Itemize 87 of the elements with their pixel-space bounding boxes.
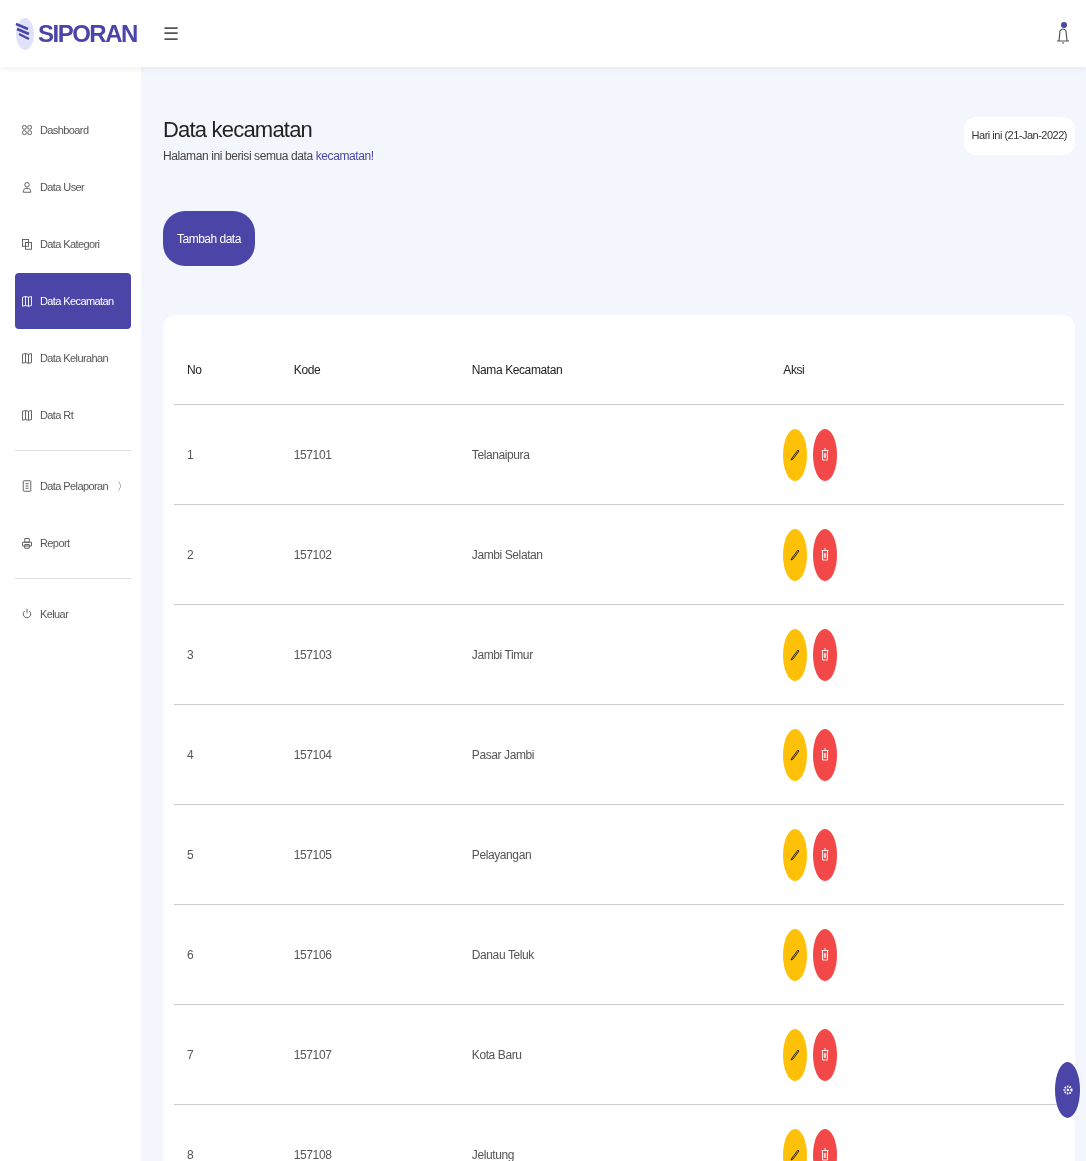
delete-button[interactable] [813,528,838,581]
pencil-icon [790,548,801,561]
column-header: Kode [293,362,321,377]
sidebar-item[interactable]: Data Pelaporan 〉 [15,458,131,514]
column-header: No [187,362,202,377]
trash-icon [821,748,830,761]
edit-button[interactable] [783,428,808,481]
pencil-icon [790,948,801,961]
user-icon [21,181,33,193]
table-cell: 2 [187,547,194,562]
table-cell: Danau Teluk [471,947,534,962]
map-icon [21,409,33,421]
logo-icon [14,16,34,51]
table-cell: Pelayangan [471,847,532,862]
table-cell: 5 [187,847,194,862]
delete-button[interactable] [813,828,838,881]
delete-button[interactable] [813,1028,838,1081]
sidebar-item[interactable]: Data Kategori [15,216,131,272]
trash-icon [821,648,830,661]
sidebar-item[interactable]: Keluar [15,586,131,642]
trash-icon [821,1048,830,1061]
table-cell: 157106 [293,947,332,962]
map-icon [21,295,33,307]
table-cell: 3 [187,647,194,662]
table-cell: Pasar Jambi [471,747,535,762]
power-icon [21,608,33,620]
table-cell: 157107 [293,1047,332,1062]
pencil-icon [790,1148,801,1161]
table-cell: 7 [187,1047,194,1062]
date-badge: Hari ini (21-Jan-2022) [963,117,1075,155]
bell-icon[interactable] [1056,20,1070,47]
sidebar-item[interactable]: Data Kelurahan [15,330,131,386]
kecamatan-link[interactable]: kecamatan! [315,149,374,163]
table-cell: 157105 [293,847,332,862]
delete-button[interactable] [813,728,838,781]
sidebar-item[interactable]: Data User [15,159,131,215]
page-title: Data kecamatan [163,117,313,143]
chevron-icon: 〉 [117,478,128,494]
pencil-icon [790,448,801,461]
table-cell: 157103 [293,647,332,662]
table-cell: Kota Baru [471,1047,522,1062]
menu-button[interactable]: ☰ [163,22,179,45]
copy-icon [21,238,33,250]
printer-icon [21,537,33,549]
sidebar-item[interactable]: Report [15,515,131,571]
trash-icon [821,548,830,561]
pencil-icon [790,1048,801,1061]
table-cell: 6 [187,947,194,962]
trash-icon [821,1148,830,1161]
table-cell: Telanaipura [471,447,530,462]
add-data-button[interactable]: Tambah data [163,211,255,266]
edit-button[interactable] [783,728,808,781]
edit-button[interactable] [783,628,808,681]
settings-icon [1061,1084,1074,1096]
delete-button[interactable] [813,428,838,481]
table-cell: 157101 [293,447,332,462]
table-cell: 157104 [293,747,332,762]
table-cell: 157108 [293,1147,332,1161]
pencil-icon [790,748,801,761]
table-cell: Jelutung [471,1147,514,1161]
table-cell: 157102 [293,547,332,562]
grid-icon [21,124,33,136]
pencil-icon [790,848,801,861]
trash-icon [821,848,830,861]
edit-button[interactable] [783,1028,808,1081]
sidebar-item[interactable]: Dashboard [15,102,131,158]
edit-button[interactable] [783,928,808,981]
pencil-icon [790,648,801,661]
table-cell: Jambi Selatan [471,547,543,562]
table-cell: 8 [187,1147,194,1161]
brand-name: SIPORAN [38,19,137,48]
map-icon [21,352,33,364]
delete-button[interactable] [813,628,838,681]
trash-icon [821,948,830,961]
edit-button[interactable] [783,828,808,881]
column-header: Aksi [783,362,805,377]
sidebar-item[interactable]: Data Rt [15,387,131,443]
delete-button[interactable] [813,928,838,981]
column-header: Nama Kecamatan [471,362,563,377]
table-cell: Jambi Timur [471,647,533,662]
table-cell: 4 [187,747,194,762]
document-icon [21,480,33,492]
trash-icon [821,448,830,461]
page-subtitle: Halaman ini berisi semua data kecamatan! [163,149,374,163]
edit-button[interactable] [783,528,808,581]
table-cell: 1 [187,447,194,462]
sidebar-item[interactable]: Data Kecamatan [15,273,131,329]
